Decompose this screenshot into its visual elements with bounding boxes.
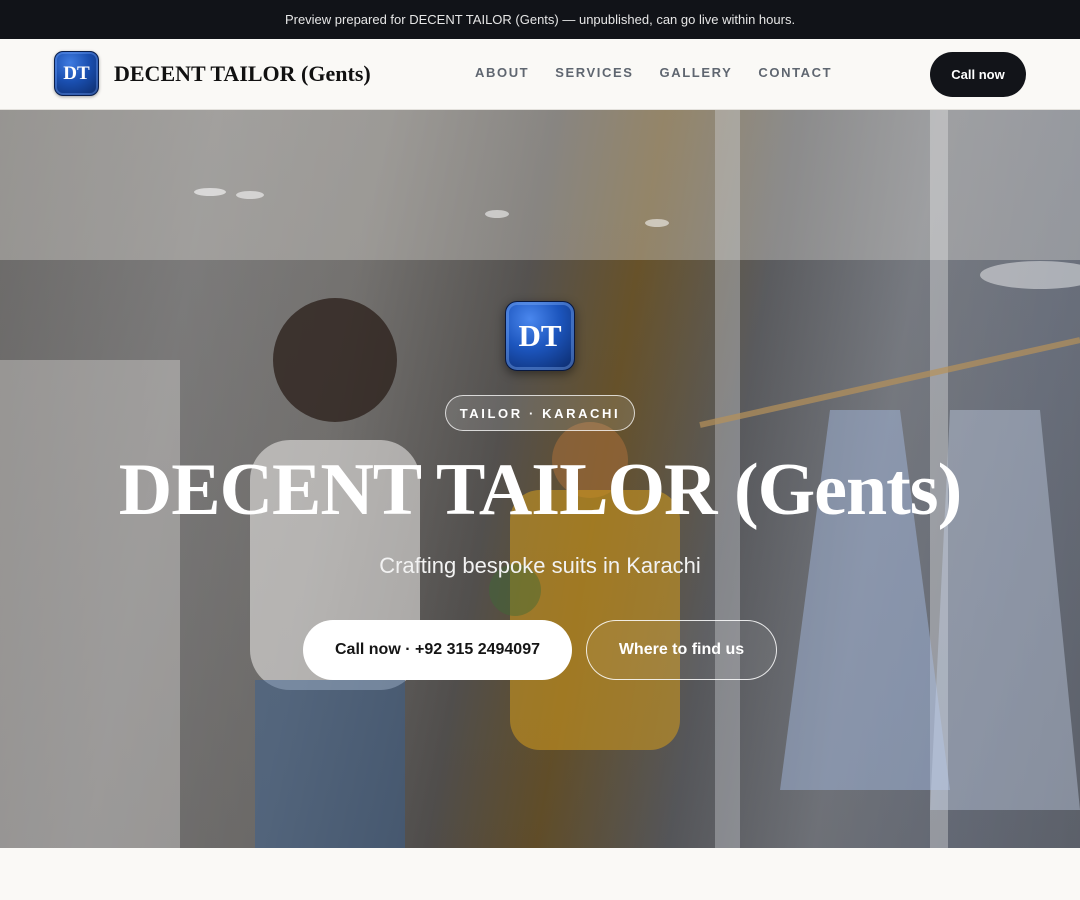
brand-name: DECENT TAILOR (Gents) [114, 60, 371, 86]
nav-item-about[interactable]: ABOUT [475, 65, 529, 80]
nav-item-services[interactable]: SERVICES [555, 65, 633, 80]
hero-call-now-button[interactable]: Call now · +92 315 2494097 [303, 620, 572, 680]
hero-subtitle: Crafting bespoke suits in Karachi [379, 553, 701, 578]
hero-find-us-button[interactable]: Where to find us [586, 620, 777, 680]
preview-banner: Preview prepared for DECENT TAILOR (Gent… [0, 0, 1080, 39]
hero-logo-badge: DT [505, 301, 575, 371]
logo-badge: DT [54, 51, 99, 96]
header-call-now-button[interactable]: Call now [930, 52, 1026, 97]
site-header: DT DECENT TAILOR (Gents) ABOUT SERVICES … [0, 39, 1080, 110]
brand-home-link[interactable]: DT DECENT TAILOR (Gents) [54, 51, 371, 96]
hero-section: DT TAILOR · KARACHI DECENT TAILOR (Gents… [0, 110, 1080, 848]
main-nav: ABOUT SERVICES GALLERY CONTACT [475, 65, 832, 80]
hero-title: DECENT TAILOR (Gents) [118, 449, 962, 531]
nav-item-contact[interactable]: CONTACT [758, 65, 832, 80]
nav-item-gallery[interactable]: GALLERY [660, 65, 733, 80]
next-section [0, 848, 1080, 900]
preview-banner-text: Preview prepared for DECENT TAILOR (Gent… [284, 12, 796, 27]
hero-category-tag: TAILOR · KARACHI [445, 395, 635, 431]
